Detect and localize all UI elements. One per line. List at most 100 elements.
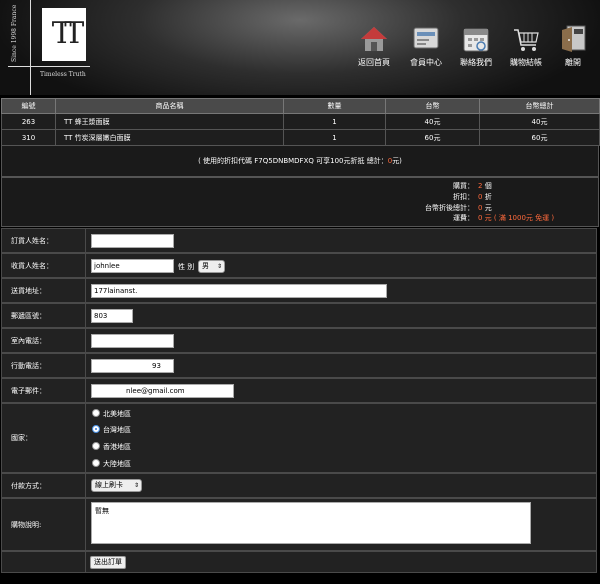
payment-method-select[interactable]: 線上刷卡 ⇕	[91, 479, 142, 492]
column-header-price: 台幣	[385, 98, 480, 114]
gender-select-value: 男	[202, 262, 209, 270]
email-label: 電子郵件：	[2, 379, 86, 402]
summary-label: 台幣折後總計：	[425, 204, 474, 212]
zip-input[interactable]	[91, 309, 133, 323]
nav-checkout[interactable]: 購物結帳	[501, 24, 551, 68]
country-option-taiwan[interactable]: 台灣地區	[92, 425, 131, 435]
receiver-label: 收貨人姓名：	[2, 254, 86, 277]
table-header-row: 編號 商品名稱 數量 台幣 台幣總計	[1, 98, 600, 114]
cell-id: 310	[1, 129, 56, 146]
country-label: 國家：	[2, 404, 86, 472]
receiver-row: 收貨人姓名： 性 別 男 ⇕	[1, 253, 597, 278]
home-icon	[361, 27, 387, 51]
country-option-label: 北美地區	[103, 410, 131, 418]
checkout-page: Since 1998 France TT Timeless Truth 返回首頁…	[0, 0, 600, 584]
note-textarea[interactable]: 暫無	[91, 502, 531, 544]
zip-row: 郵遞區號：	[1, 303, 597, 328]
cell-total: 40元	[479, 113, 600, 130]
mobile-label: 行動電話：	[2, 354, 86, 377]
summary-total: 台幣折後總計： 0 元	[298, 203, 598, 213]
summary-unit: 元	[482, 204, 492, 212]
cell-product-name: TT 蜂王漿面膜	[55, 113, 284, 130]
note-label: 購物說明:	[2, 499, 86, 550]
calendar-icon	[463, 28, 489, 52]
nav-member-label: 會員中心	[410, 58, 442, 67]
submit-order-button[interactable]: 送出訂單	[90, 556, 126, 569]
nav-home-label: 返回首頁	[358, 58, 390, 67]
nav-exit[interactable]: 離開	[548, 24, 598, 68]
cell-price: 60元	[385, 129, 480, 146]
order-summary: 購買： 2 個 折扣： 0 折 台幣折後總計： 0 元 運費： 0 元 ( 滿 …	[1, 177, 599, 227]
gender-select[interactable]: 男 ⇕	[198, 260, 225, 273]
nav-contact-label: 聯絡我們	[460, 58, 492, 67]
summary-label: 折扣：	[453, 193, 474, 201]
payment-label: 付款方式：	[2, 474, 86, 497]
country-option-north-america[interactable]: 北美地區	[92, 409, 131, 419]
orderer-name-input[interactable]	[91, 234, 174, 248]
orderer-row: 訂貨人姓名：	[1, 228, 597, 253]
phone-input[interactable]	[91, 334, 174, 348]
phone-label: 室內電話：	[2, 329, 86, 352]
phone-row: 室內電話：	[1, 328, 597, 353]
summary-label: 運費：	[453, 214, 474, 222]
cell-id: 263	[1, 113, 56, 130]
country-option-hong-kong[interactable]: 香港地區	[92, 442, 131, 452]
radio-button-selected[interactable]	[92, 425, 100, 433]
summary-discount: 折扣： 0 折	[298, 192, 598, 202]
cell-total: 60元	[479, 129, 600, 146]
summary-value: 0 元 ( 滿 1000元 免運 )	[478, 214, 555, 222]
radio-button[interactable]	[92, 409, 100, 417]
country-option-label: 大陸地區	[103, 460, 131, 468]
cell-qty: 1	[283, 129, 386, 146]
email-input[interactable]	[91, 384, 234, 398]
country-option-label: 台灣地區	[103, 426, 131, 434]
nav-home[interactable]: 返回首頁	[349, 24, 399, 68]
address-label: 送貨地址：	[2, 279, 86, 302]
summary-unit: 個	[482, 182, 492, 190]
logo-since-text: Since 1998 France	[11, 4, 18, 62]
payment-select-value: 線上刷卡	[95, 481, 123, 489]
cell-product-name: TT 竹炭深層嫩白面膜	[55, 129, 284, 146]
select-arrow-icon: ⇕	[133, 482, 139, 489]
summary-shipping: 運費： 0 元 ( 滿 1000元 免運 )	[298, 213, 598, 223]
country-option-mainland[interactable]: 大陸地區	[92, 459, 131, 469]
table-row: 263 TT 蜂王漿面膜 1 40元 40元	[1, 113, 600, 130]
logo[interactable]: TT	[42, 8, 86, 61]
nav-member[interactable]: 會員中心	[401, 24, 451, 68]
logo-mark: TT	[51, 16, 85, 51]
nav-contact[interactable]: 聯絡我們	[451, 24, 501, 68]
summary-label: 購買：	[453, 182, 474, 190]
mobile-input[interactable]	[91, 359, 174, 373]
nav-checkout-label: 購物結帳	[510, 58, 542, 67]
select-arrow-icon: ⇕	[216, 263, 222, 270]
summary-unit: 折	[482, 193, 492, 201]
order-table: 編號 商品名稱 數量 台幣 台幣總計 263 TT 蜂王漿面膜 1 40元 40…	[1, 98, 600, 146]
receiver-name-input[interactable]	[91, 259, 174, 273]
cell-price: 40元	[385, 113, 480, 130]
discount-text: ( 使用的折扣代碼 F7Q5DNBMDFXQ 可享100元折抵 總計：	[198, 157, 388, 165]
column-header-id: 編號	[1, 98, 56, 114]
discount-info: ( 使用的折扣代碼 F7Q5DNBMDFXQ 可享100元折抵 總計：0元)	[1, 145, 599, 177]
address-row: 送貨地址：	[1, 278, 597, 303]
logo-vertical-line	[30, 0, 31, 95]
shopping-cart-icon	[514, 29, 539, 51]
column-header-qty: 數量	[283, 98, 386, 114]
table-row: 310 TT 竹炭深層嫩白面膜 1 60元 60元	[1, 129, 600, 146]
zip-label: 郵遞區號：	[2, 304, 86, 327]
email-row: 電子郵件：	[1, 378, 597, 403]
note-row: 購物說明: 暫無	[1, 498, 597, 551]
column-header-total: 台幣總計	[479, 98, 600, 114]
country-row: 國家： 北美地區 台灣地區 香港地區 大陸地區	[1, 403, 597, 473]
column-header-name: 商品名稱	[55, 98, 284, 114]
radio-button[interactable]	[92, 442, 100, 450]
radio-button[interactable]	[92, 459, 100, 467]
cell-qty: 1	[283, 113, 386, 130]
submit-row: 送出訂單	[1, 551, 597, 573]
country-option-label: 香港地區	[103, 443, 131, 451]
discount-suffix: 元)	[392, 157, 402, 165]
mobile-row: 行動電話：	[1, 353, 597, 378]
member-card-icon	[413, 27, 439, 49]
address-input[interactable]	[91, 284, 387, 298]
logo-horizontal-line	[8, 66, 90, 67]
exit-icon	[562, 25, 586, 52]
